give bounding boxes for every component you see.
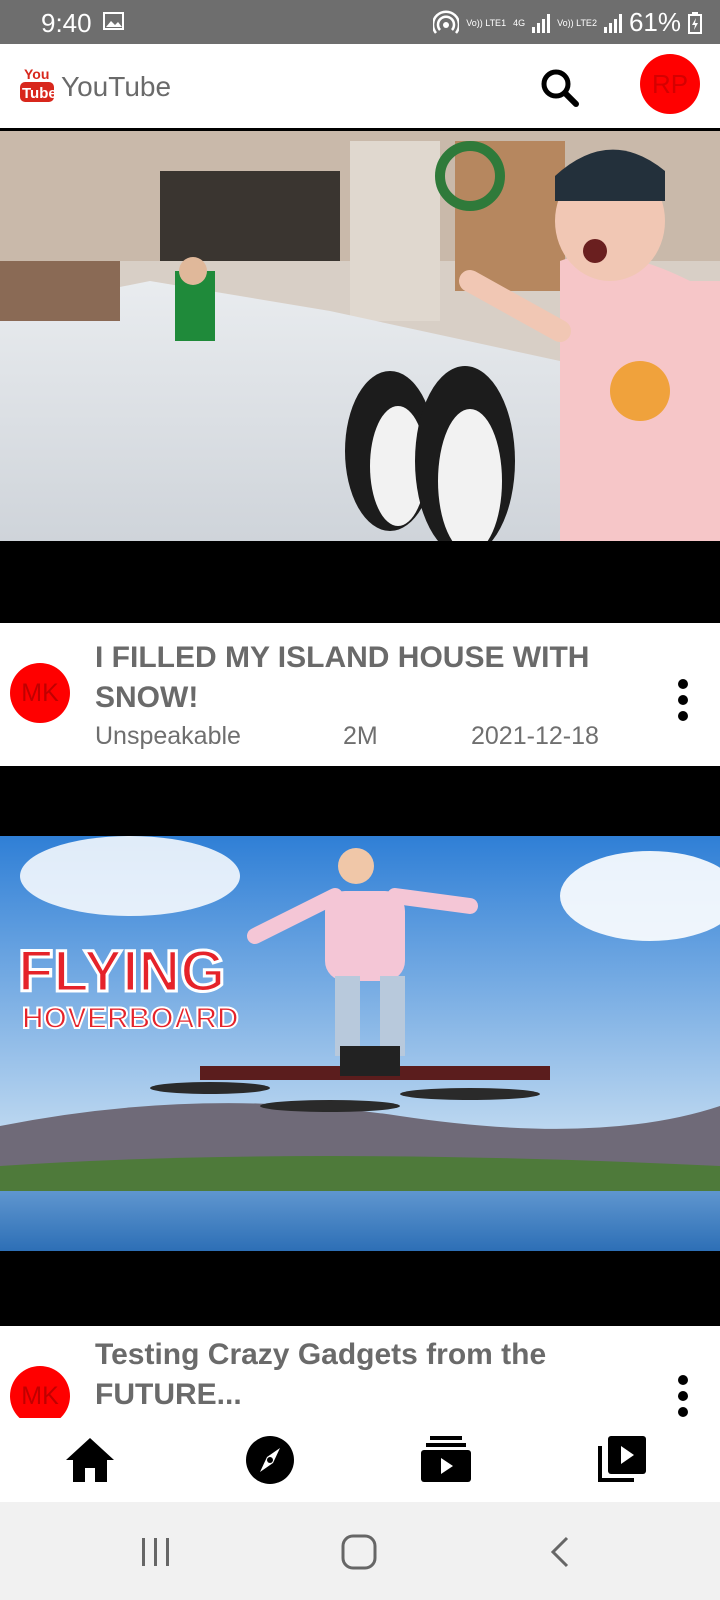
battery-charging-icon [688,11,702,34]
home-system-icon[interactable] [339,1532,379,1572]
account-avatar[interactable]: RP [640,54,700,114]
sim1-label: Vo)) LTE1 [466,17,507,28]
back-icon[interactable] [541,1532,581,1572]
video-meta[interactable]: MK I FILLED MY ISLAND HOUSE WITH SNOW! U… [0,623,720,766]
signal-icon [603,13,622,33]
youtube-logo[interactable]: You Tube [20,64,54,104]
recent-apps-icon[interactable] [136,1532,176,1572]
more-options-icon[interactable] [668,678,698,722]
status-time: 9:40 [41,8,92,38]
sim2-label: Vo)) LTE2 [557,17,597,28]
more-options-icon[interactable] [668,1374,698,1418]
video-meta[interactable]: MK Testing Crazy Gadgets from the FUTURE… [0,1326,720,1418]
view-count: 2M [343,722,378,750]
subscriptions-icon[interactable] [418,1432,474,1488]
thumbnail-image-hoverboard: FLYING HOVERBOARD [0,766,720,1326]
search-icon[interactable] [538,66,582,110]
logo-text-top: You [24,66,49,82]
status-bar: 9:40 Vo)) LTE1 4G Vo)) LTE2 61% [0,0,720,44]
library-icon[interactable] [594,1432,650,1488]
hotspot-icon [433,9,460,34]
logo-text-bottom: Tube [22,85,54,102]
system-navigation-bar [0,1502,720,1600]
explore-icon[interactable] [242,1432,298,1488]
channel-name[interactable]: Unspeakable [95,722,241,751]
network-4g-label: 4G [513,17,526,28]
gallery-notification-icon [103,12,124,30]
battery-percent: 61% [628,7,681,37]
channel-avatar[interactable]: MK [10,663,70,723]
thumbnail-text-hoverboard: HOVERBOARD [22,1002,239,1035]
channel-avatar[interactable]: MK [10,1366,70,1418]
bottom-navigation [0,1418,720,1502]
thumbnail-image-snow-house [0,131,720,623]
video-title[interactable]: I FILLED MY ISLAND HOUSE WITH SNOW! [95,638,655,718]
home-icon[interactable] [62,1432,118,1488]
video-thumbnail[interactable]: FLYING HOVERBOARD [0,766,720,1326]
status-icons: Vo)) LTE1 4G Vo)) LTE2 61% [433,7,702,38]
video-title[interactable]: Testing Crazy Gadgets from the FUTURE... [95,1335,655,1415]
upload-date: 2021-12-18 [471,722,599,750]
app-title: YouTube [61,71,172,102]
signal-icon [532,13,551,33]
app-bar: You Tube YouTube RP [0,44,720,131]
video-thumbnail[interactable] [0,131,720,623]
thumbnail-text-flying: FLYING [18,939,225,1004]
